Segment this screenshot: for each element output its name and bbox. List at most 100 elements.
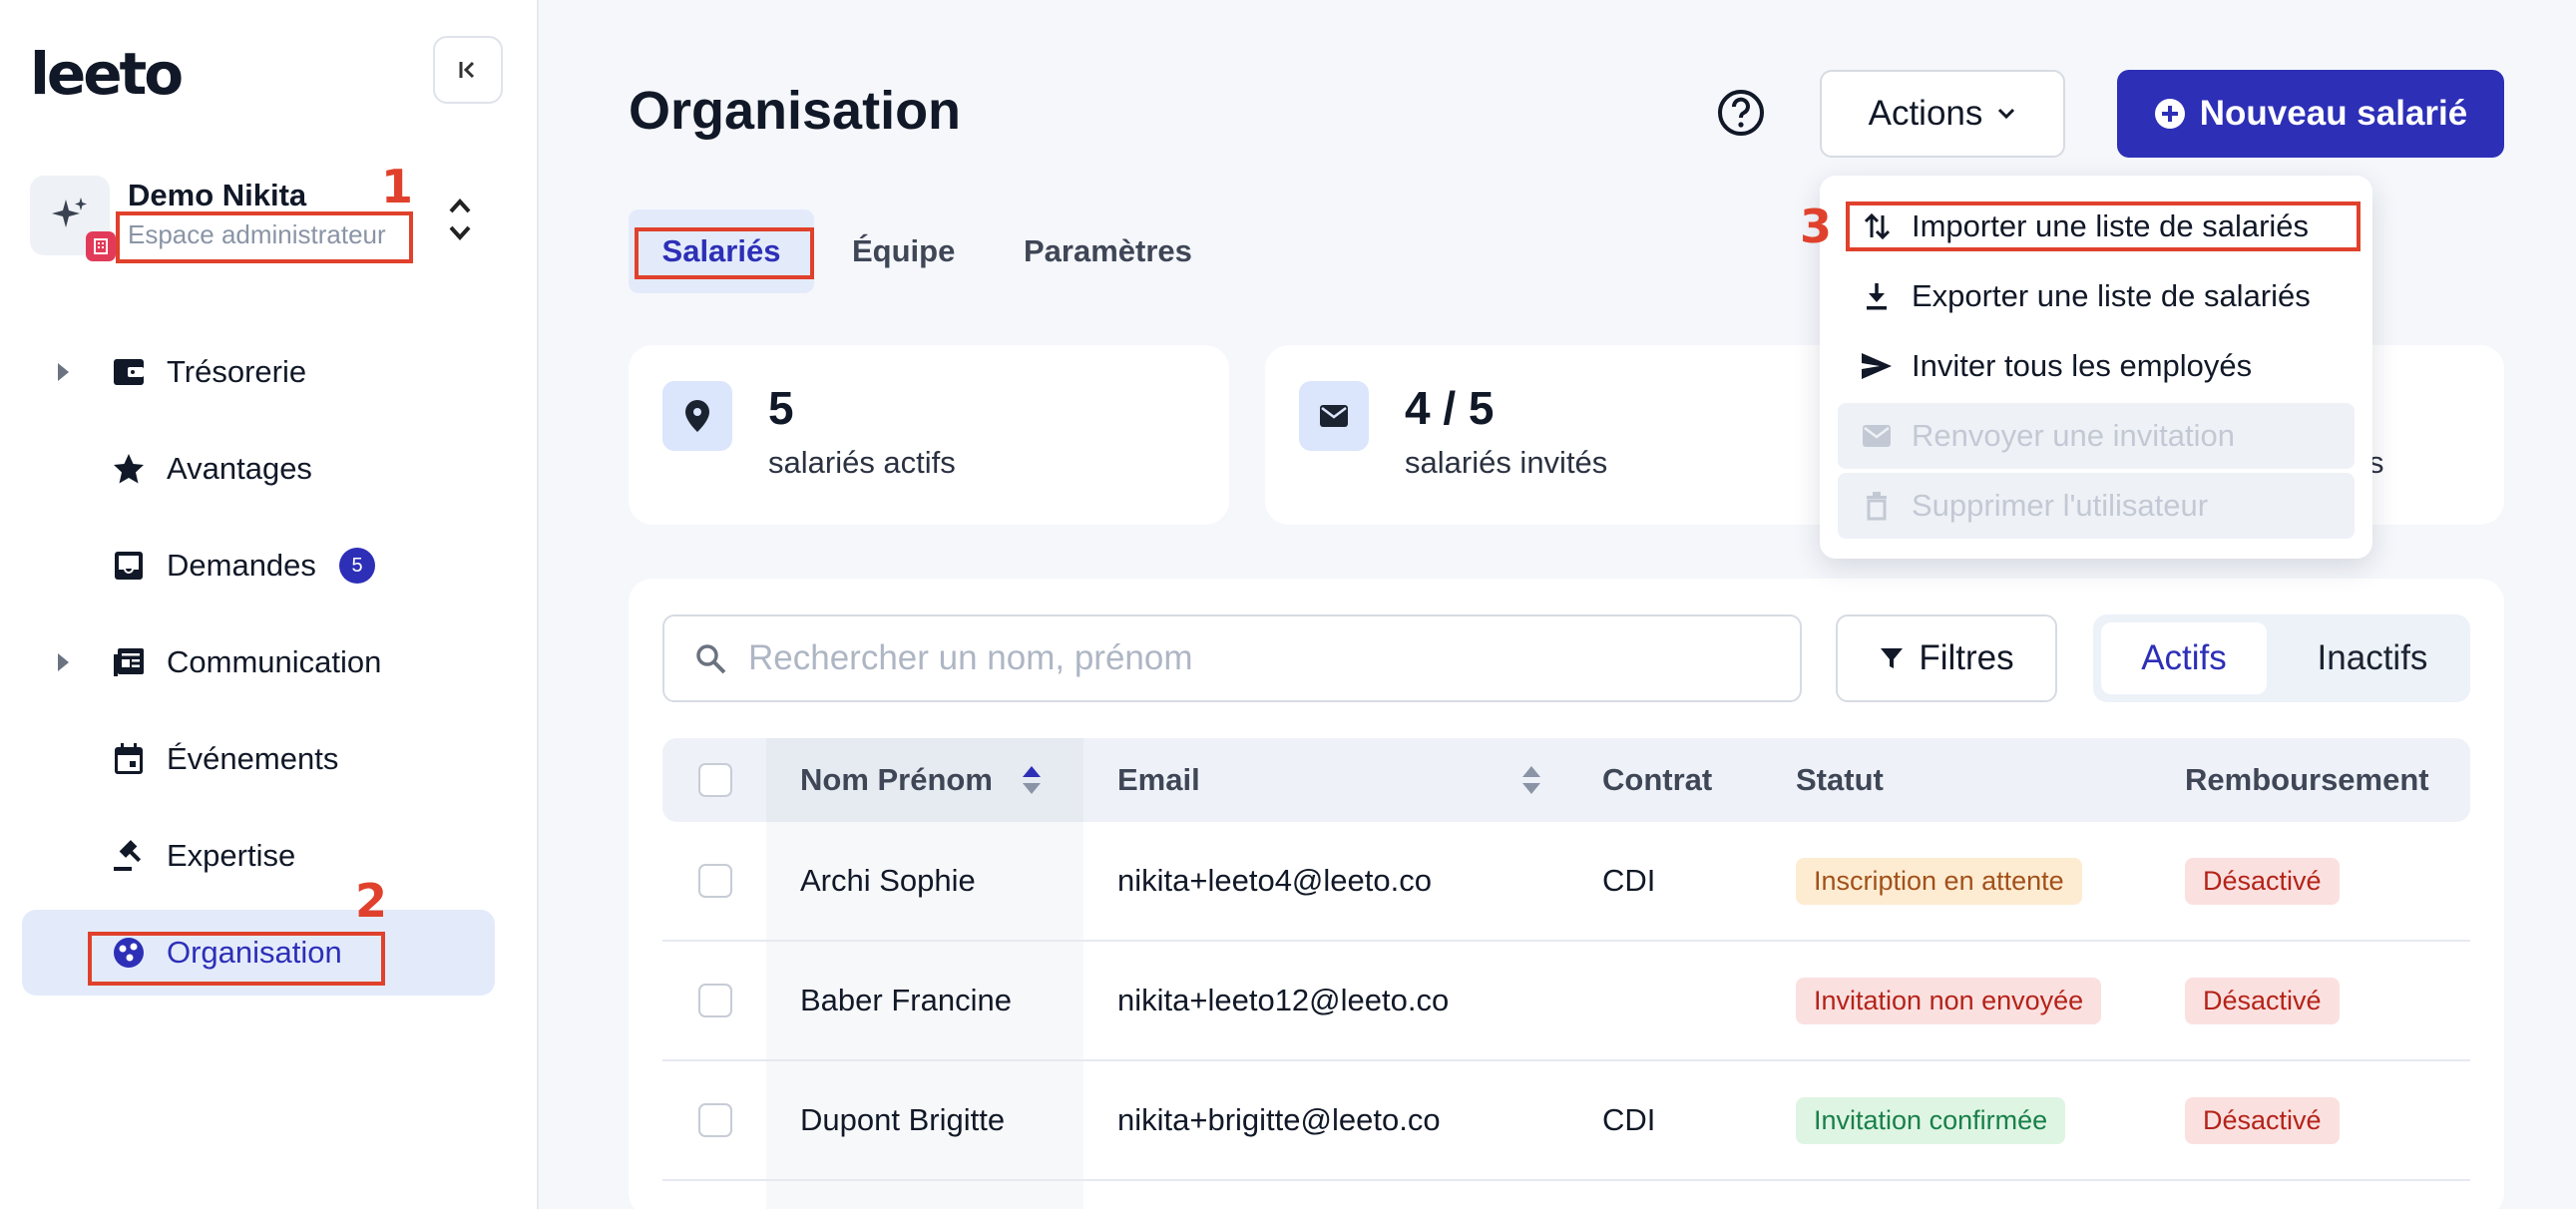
annotation-box-salaries xyxy=(635,227,814,279)
chevron-up-down-icon[interactable] xyxy=(445,190,475,249)
select-all-checkbox[interactable] xyxy=(698,763,732,797)
sidebar-item-label: Communication xyxy=(167,644,382,679)
table-row[interactable]: Archi Sophie nikita+leeto4@leeto.co CDI … xyxy=(662,822,2470,942)
calendar-icon xyxy=(110,740,148,778)
tab-parametres[interactable]: Paramètres xyxy=(1024,209,1192,293)
cell-name: Baber Francine xyxy=(800,983,1012,1017)
mail-icon xyxy=(1858,417,1896,455)
trash-icon xyxy=(1858,487,1896,525)
location-pin-icon xyxy=(662,381,732,451)
stat-card-active: 5 salariés actifs xyxy=(629,345,1229,525)
workspace-name: Demo Nikita xyxy=(128,178,307,212)
sidebar-item-demandes[interactable]: Demandes 5 xyxy=(22,523,495,608)
annotation-box-3 xyxy=(1846,202,2361,251)
column-header-status: Statut xyxy=(1796,738,1884,822)
filters-button[interactable]: Filtres xyxy=(1836,614,2057,702)
annotation-box-1 xyxy=(116,211,413,263)
column-header-refund: Remboursement xyxy=(2185,738,2429,822)
demandes-count-badge: 5 xyxy=(339,548,375,584)
search-input[interactable] xyxy=(748,638,1746,678)
newspaper-icon xyxy=(110,643,148,681)
sidebar-item-label: Demandes xyxy=(167,548,316,583)
collapse-sidebar-button[interactable] xyxy=(433,36,503,104)
wallet-icon xyxy=(110,353,148,391)
cell-status: Inscription en attente xyxy=(1796,822,2082,940)
segment-inactive[interactable]: Inactifs xyxy=(2283,622,2462,694)
sidebar-item-label: Avantages xyxy=(167,451,312,486)
menu-item-label: Inviter tous les employés xyxy=(1912,348,2253,383)
actions-button[interactable]: Actions xyxy=(1820,70,2065,158)
star-icon xyxy=(110,450,148,488)
page-title: Organisation xyxy=(629,81,962,141)
cell-contract: CDI xyxy=(1602,1102,1656,1137)
search-icon xyxy=(696,644,726,674)
column-header-email[interactable]: Email xyxy=(1117,738,1200,822)
tab-equipe[interactable]: Équipe xyxy=(852,209,955,293)
column-header-name[interactable]: Nom Prénom xyxy=(800,738,1043,822)
cell-status: Invitation non envoyée xyxy=(1796,942,2102,1059)
table-row[interactable]: Dupont Brigitte nikita+brigitte@leeto.co… xyxy=(662,1061,2470,1181)
building-badge-icon xyxy=(86,231,116,261)
refund-badge: Désactivé xyxy=(2185,1096,2340,1144)
inbox-icon xyxy=(110,547,148,585)
tab-label: Équipe xyxy=(852,233,956,268)
status-badge: Inscription en attente xyxy=(1796,857,2082,905)
table-header: Nom Prénom Email Contrat Statut Rembours… xyxy=(662,738,2470,822)
row-checkbox[interactable] xyxy=(698,864,732,898)
annotation-number-1: 1 xyxy=(381,160,414,213)
sidebar-item-communication[interactable]: Communication xyxy=(22,619,495,705)
sidebar-item-label: Trésorerie xyxy=(167,354,307,389)
annotation-number-2: 2 xyxy=(355,874,388,928)
cell-refund: Désactivé xyxy=(2185,822,2340,940)
new-employee-button[interactable]: Nouveau salarié xyxy=(2117,70,2504,158)
sidebar-item-expertise[interactable]: Expertise xyxy=(22,813,495,899)
sort-icon[interactable] xyxy=(1520,764,1542,796)
new-employee-button-label: Nouveau salarié xyxy=(2199,94,2468,133)
menu-item-export-employees[interactable]: Exporter une liste de salariés xyxy=(1838,263,2355,329)
actions-button-label: Actions xyxy=(1868,94,1983,133)
sidebar-item-label: Événements xyxy=(167,741,339,776)
sidebar-item-tresorerie[interactable]: Trésorerie xyxy=(22,329,495,415)
row-checkbox[interactable] xyxy=(698,984,732,1017)
segment-active[interactable]: Actifs xyxy=(2101,622,2267,694)
cell-email: nikita+leeto4@leeto.co xyxy=(1117,863,1432,898)
menu-item-resend-invitation[interactable]: Renvoyer une invitation xyxy=(1838,403,2355,469)
cell-name: Dupont Brigitte xyxy=(800,1102,1006,1137)
collapse-left-icon xyxy=(459,61,475,79)
table-row[interactable]: Baber Francine nikita+leeto12@leeto.co I… xyxy=(662,942,2470,1061)
download-icon xyxy=(1858,277,1896,315)
gavel-icon xyxy=(110,837,148,875)
stat-value: 5 xyxy=(768,382,794,434)
menu-item-label: Renvoyer une invitation xyxy=(1912,418,2235,453)
sidebar-item-label: Expertise xyxy=(167,838,296,873)
sort-icon[interactable] xyxy=(1021,764,1043,796)
menu-item-delete-user[interactable]: Supprimer l'utilisateur xyxy=(1838,473,2355,539)
cell-email: nikita+brigitte@leeto.co xyxy=(1117,1102,1441,1137)
sidebar: leeto Demo Nikita Espace administrateur … xyxy=(0,0,539,1209)
stat-label: salariés actifs xyxy=(768,445,956,480)
refund-badge: Désactivé xyxy=(2185,857,2340,905)
expand-caret-icon[interactable] xyxy=(58,653,69,671)
sidebar-item-avantages[interactable]: Avantages xyxy=(22,426,495,512)
cell-name: Archi Sophie xyxy=(800,863,976,898)
search-box[interactable] xyxy=(662,614,1802,702)
cell-refund: Désactivé xyxy=(2185,1061,2340,1179)
menu-item-invite-all[interactable]: Inviter tous les employés xyxy=(1838,333,2355,399)
active-inactive-toggle: Actifs Inactifs xyxy=(2093,614,2470,702)
employees-panel: Filtres Actifs Inactifs Nom Prénom Email… xyxy=(629,579,2504,1209)
tab-label: Paramètres xyxy=(1024,233,1192,268)
plus-circle-icon xyxy=(2154,99,2185,129)
column-header-contract: Contrat xyxy=(1602,738,1712,822)
sparkles-icon xyxy=(52,198,87,227)
leeto-logo[interactable]: leeto xyxy=(30,40,184,108)
filter-icon xyxy=(1881,648,1904,668)
column-header-label: Nom Prénom xyxy=(800,762,993,797)
column-header-label: Statut xyxy=(1796,762,1884,797)
menu-item-label: Exporter une liste de salariés xyxy=(1912,278,2311,313)
help-icon[interactable] xyxy=(1716,88,1766,138)
cell-status: Invitation confirmée xyxy=(1796,1061,2066,1179)
stat-value: 4 / 5 xyxy=(1405,382,1495,434)
expand-caret-icon[interactable] xyxy=(58,363,69,381)
row-checkbox[interactable] xyxy=(698,1103,732,1137)
sidebar-item-evenements[interactable]: Événements xyxy=(22,716,495,802)
